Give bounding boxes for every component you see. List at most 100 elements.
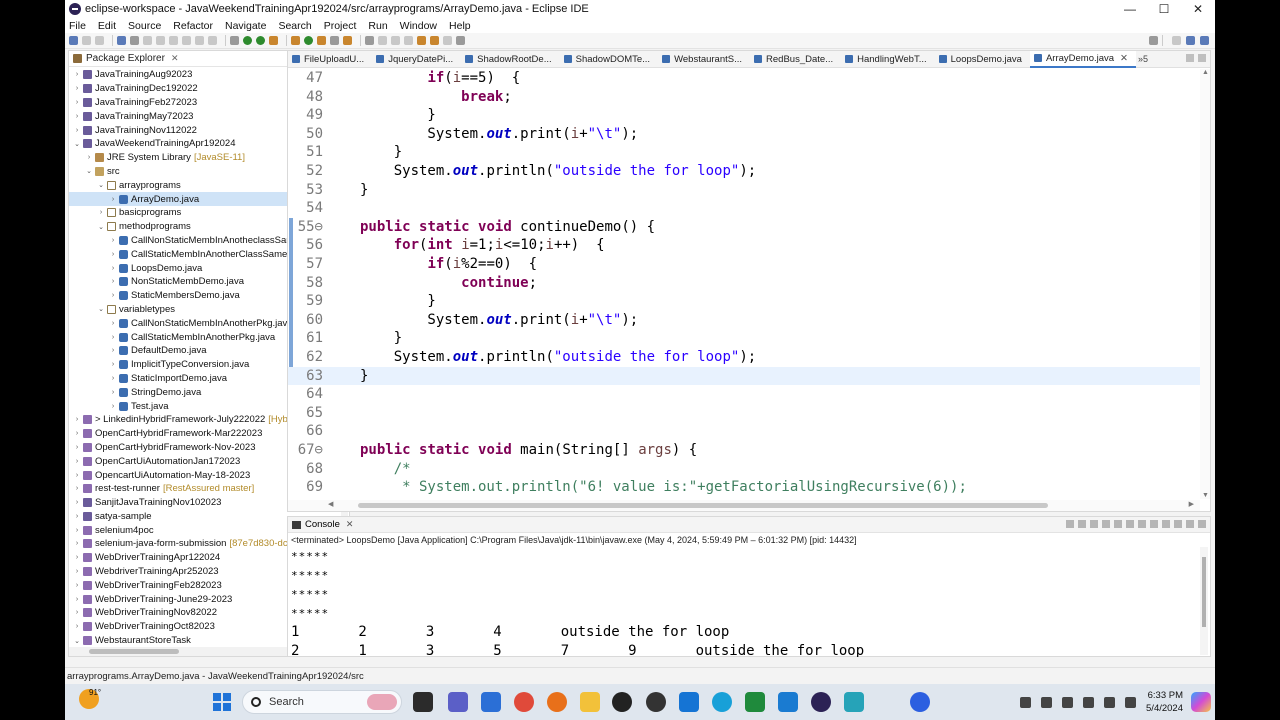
editor-tab[interactable]: FileUploadU...: [288, 51, 372, 68]
teams-icon[interactable]: [448, 692, 468, 712]
editor-tab[interactable]: RedBus_Date...: [750, 51, 841, 68]
code-line[interactable]: 50 System.out.print(i+"\t");: [288, 125, 1210, 144]
scrollbar-thumb[interactable]: [1202, 557, 1206, 627]
menu-project[interactable]: Project: [324, 20, 357, 32]
new-java-project-icon[interactable]: [291, 36, 300, 45]
eclipse-taskbar-icon[interactable]: [811, 692, 831, 712]
file-explorer-icon[interactable]: [580, 692, 600, 712]
menu-run[interactable]: Run: [368, 20, 387, 32]
scroll-up-icon[interactable]: ▲: [1202, 69, 1209, 76]
remove-launch-icon[interactable]: [1078, 520, 1086, 528]
new-icon[interactable]: [69, 36, 78, 45]
code-line[interactable]: 67⊖ public static void main(String[] args…: [288, 441, 1210, 460]
close-tab-icon[interactable]: ✕: [1120, 53, 1128, 64]
chevron-up-icon[interactable]: [1020, 696, 1032, 708]
editor-tab[interactable]: WebstaurantS...: [658, 51, 750, 68]
chevron-right-icon[interactable]: ›: [109, 237, 117, 244]
dell-icon[interactable]: [612, 692, 632, 712]
debug-perspective-icon[interactable]: [1200, 36, 1209, 45]
next-annotation-icon[interactable]: [391, 36, 400, 45]
pin-console-icon[interactable]: [1150, 520, 1158, 528]
copilot-icon[interactable]: [1191, 692, 1211, 712]
minimize-button[interactable]: —: [1113, 0, 1147, 18]
step-over-icon[interactable]: [195, 36, 204, 45]
chevron-right-icon[interactable]: ›: [109, 334, 117, 341]
external-tools-icon[interactable]: [269, 36, 278, 45]
edge-icon[interactable]: [712, 692, 732, 712]
editor-tab[interactable]: JqueryDatePi...: [372, 51, 461, 68]
chevron-right-icon[interactable]: ›: [73, 499, 81, 506]
chevron-right-icon[interactable]: ›: [97, 209, 105, 216]
editor-tab[interactable]: LoopsDemo.java: [935, 51, 1030, 68]
chevron-right-icon[interactable]: ›: [73, 568, 81, 575]
word-wrap-icon[interactable]: [1126, 520, 1134, 528]
code-line[interactable]: 58 continue;: [288, 274, 1210, 293]
forward-icon[interactable]: [443, 36, 452, 45]
terminate-console-icon[interactable]: [1066, 520, 1074, 528]
save-all-icon[interactable]: [95, 36, 104, 45]
chevron-right-icon[interactable]: ›: [73, 582, 81, 589]
toggle-mark-icon[interactable]: [378, 36, 387, 45]
zoom-meeting-icon[interactable]: [910, 692, 930, 712]
chevron-right-icon[interactable]: ›: [109, 403, 117, 410]
open-console-icon[interactable]: [1174, 520, 1182, 528]
code-line[interactable]: 61 }: [288, 329, 1210, 348]
step-return-icon[interactable]: [208, 36, 217, 45]
chevron-right-icon[interactable]: ›: [73, 554, 81, 561]
code-line[interactable]: 68 /*: [288, 460, 1210, 479]
minimize-view-icon[interactable]: [1186, 520, 1194, 528]
cloud-icon[interactable]: [1041, 696, 1053, 708]
code-line[interactable]: 51 }: [288, 143, 1210, 162]
chevron-right-icon[interactable]: ›: [73, 596, 81, 603]
search-icon[interactable]: [1149, 36, 1158, 45]
chevron-down-icon[interactable]: ⌄: [73, 140, 81, 148]
chevron-down-icon[interactable]: ⌄: [97, 305, 105, 313]
code-area[interactable]: 47 if(i==5) {48 break; 49 } 50 System.out.…: [288, 69, 1210, 499]
editor-tab[interactable]: HandlingWebT...: [841, 51, 935, 68]
editor-tab[interactable]: ShadowRootDe...: [461, 51, 559, 68]
chevron-right-icon[interactable]: ›: [73, 540, 81, 547]
media-icon[interactable]: [646, 692, 666, 712]
console-vertical-scrollbar[interactable]: [1200, 547, 1208, 655]
display-console-icon[interactable]: [1162, 520, 1170, 528]
scroll-right-icon[interactable]: ▶: [1189, 500, 1194, 508]
console-tab[interactable]: Console: [305, 519, 340, 530]
skip-breakpoints-icon[interactable]: [130, 36, 139, 45]
menu-edit[interactable]: Edit: [98, 20, 116, 32]
chevron-right-icon[interactable]: ›: [73, 485, 81, 492]
java-perspective-icon[interactable]: [1186, 36, 1195, 45]
chevron-down-icon[interactable]: ⌄: [73, 637, 81, 645]
battery-icon[interactable]: [1125, 696, 1137, 708]
menu-refactor[interactable]: Refactor: [173, 20, 213, 32]
resume-icon[interactable]: [143, 36, 152, 45]
terminal-icon[interactable]: [117, 36, 126, 45]
wifi-icon[interactable]: [1083, 696, 1095, 708]
code-line[interactable]: 69 * System.out.println("6! value is:"+g…: [288, 478, 1210, 497]
chevron-right-icon[interactable]: ›: [73, 71, 81, 78]
back-icon[interactable]: [430, 36, 439, 45]
suspend-icon[interactable]: [156, 36, 165, 45]
code-line[interactable]: 59 }: [288, 292, 1210, 311]
scrollbar-thumb[interactable]: [89, 649, 179, 654]
code-line[interactable]: 66: [288, 422, 1210, 441]
last-edit-icon[interactable]: [417, 36, 426, 45]
chevron-right-icon[interactable]: ›: [73, 416, 81, 423]
chevron-right-icon[interactable]: ›: [73, 430, 81, 437]
chevron-right-icon[interactable]: ›: [73, 99, 81, 106]
chevron-right-icon[interactable]: ›: [109, 292, 117, 299]
chevron-right-icon[interactable]: ›: [73, 85, 81, 92]
scroll-lock-icon[interactable]: [1114, 520, 1122, 528]
chevron-right-icon[interactable]: ›: [73, 113, 81, 120]
chevron-right-icon[interactable]: ›: [73, 127, 81, 134]
show-on-output-icon[interactable]: [1138, 520, 1146, 528]
menu-navigate[interactable]: Navigate: [225, 20, 266, 32]
code-line[interactable]: 52 System.out.println("outside the for l…: [288, 162, 1210, 181]
chevron-right-icon[interactable]: ›: [109, 196, 117, 203]
maximize-button[interactable]: ☐: [1147, 0, 1181, 18]
menu-window[interactable]: Window: [400, 20, 437, 32]
chevron-right-icon[interactable]: ›: [109, 361, 117, 368]
chevron-right-icon[interactable]: ›: [109, 375, 117, 382]
remove-all-icon[interactable]: [1090, 520, 1098, 528]
close-window-button[interactable]: ✕: [1181, 0, 1215, 18]
more-tabs-indicator[interactable]: »5: [1138, 54, 1148, 64]
